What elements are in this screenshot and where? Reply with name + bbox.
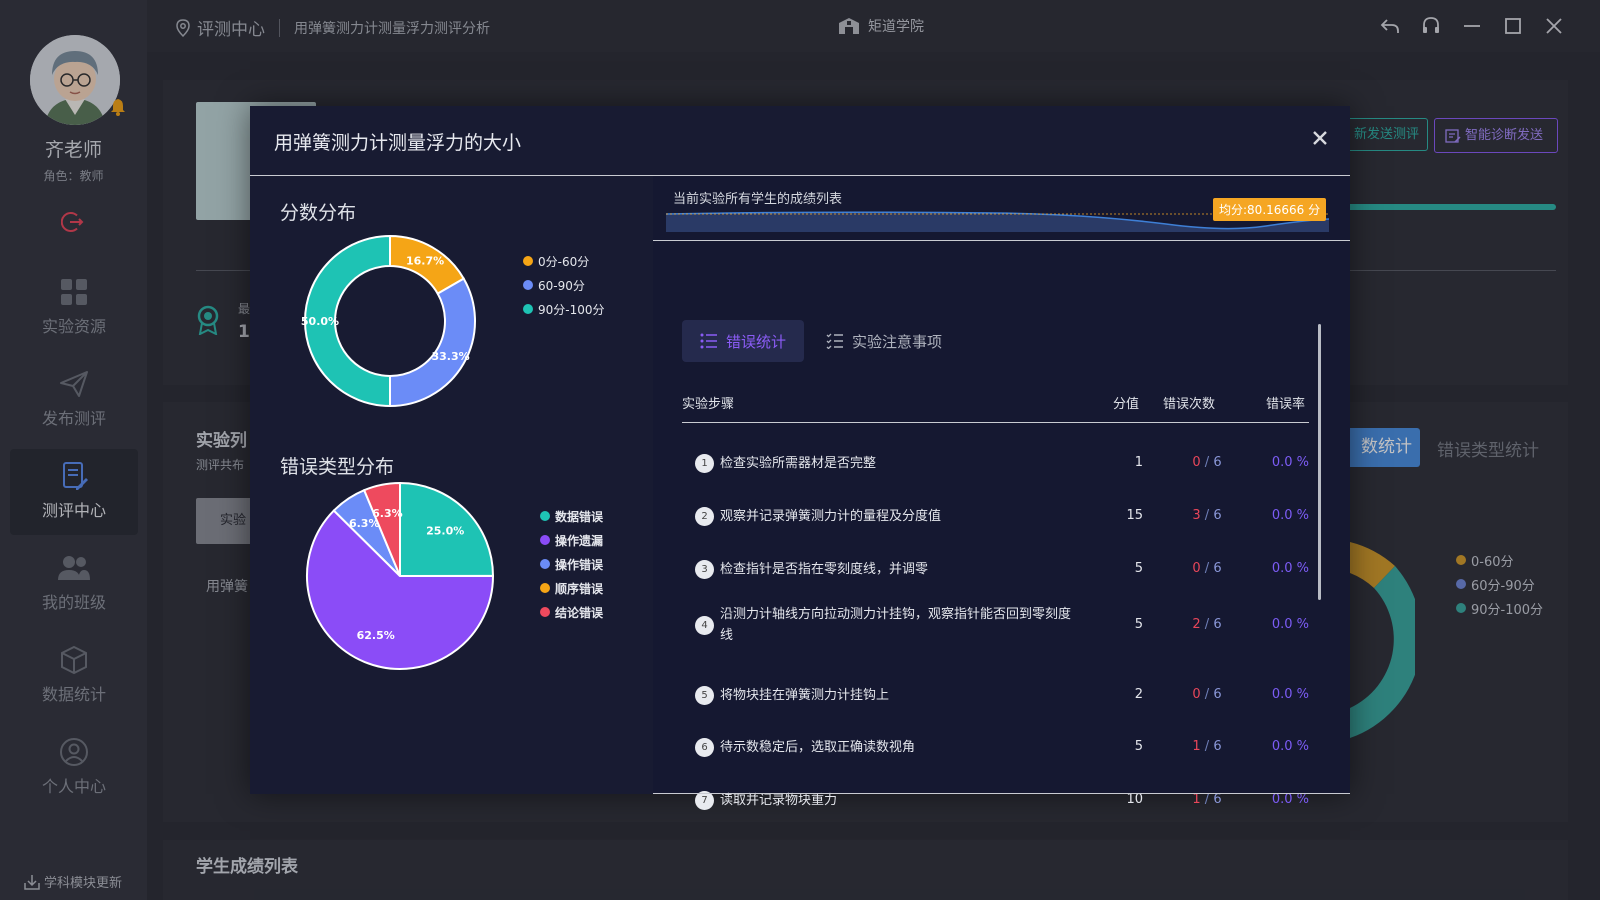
error-type-distribution-chart: 25.0%62.5%6.3%6.3% bbox=[306, 481, 495, 670]
column-header-step: 实验步骤 bbox=[682, 397, 735, 412]
legend-dot bbox=[540, 583, 550, 593]
list-icon bbox=[700, 333, 717, 349]
error-rate: 0.0 % bbox=[1271, 739, 1309, 754]
legend-dot bbox=[540, 559, 550, 569]
legend-label: 60-90分 bbox=[538, 278, 585, 293]
legend-label: 数据错误 bbox=[555, 509, 604, 524]
step-number: 3 bbox=[695, 560, 714, 579]
error-count: 1 / 6 bbox=[1192, 792, 1222, 807]
table-row: 4 沿测力计轴线方向拉动测力计挂钩，观察指针能否回到零刻度线 5 2 / 6 0.0 % bbox=[682, 604, 1309, 646]
error-count: 0 / 6 bbox=[1192, 687, 1222, 702]
legend-label: 90分-100分 bbox=[538, 302, 605, 317]
table-header-divider bbox=[682, 422, 1309, 423]
legend-item[interactable]: 顺序错误 bbox=[540, 576, 603, 600]
error-type-legend: 数据错误操作遗漏操作错误顺序错误结论错误 bbox=[540, 504, 603, 624]
legend-item[interactable]: 结论错误 bbox=[540, 600, 603, 624]
column-header-rate: 错误率 bbox=[1266, 397, 1306, 412]
legend-dot bbox=[540, 535, 550, 545]
legend-label: 结论错误 bbox=[555, 605, 604, 620]
legend-dot bbox=[540, 607, 550, 617]
step-score: 2 bbox=[1134, 687, 1143, 702]
tab-label: 错误统计 bbox=[726, 332, 787, 351]
step-score: 5 bbox=[1134, 739, 1143, 754]
score-distribution-title: 分数分布 bbox=[280, 202, 357, 224]
error-count: 0 / 6 bbox=[1192, 561, 1222, 576]
average-score-badge: 均分:80.16666 分 bbox=[1213, 198, 1327, 221]
column-header-score: 分值 bbox=[1113, 397, 1140, 412]
step-score: 10 bbox=[1126, 792, 1143, 807]
slice-label: 50.0% bbox=[301, 315, 339, 328]
legend-dot bbox=[523, 256, 533, 266]
legend-item[interactable]: 数据错误 bbox=[540, 504, 603, 528]
score-distribution-legend: 0分-60分 60-90分 90分-100分 bbox=[523, 249, 605, 321]
tab-label: 实验注意事项 bbox=[852, 332, 943, 351]
step-text: 观察并记录弹簧测力计的量程及分度值 bbox=[720, 509, 942, 524]
scores-caption: 当前实验所有学生的成绩列表 bbox=[673, 192, 843, 207]
step-score: 5 bbox=[1134, 561, 1143, 576]
tab-error-statistics[interactable]: 错误统计 bbox=[682, 320, 805, 362]
slice-label: 33.3% bbox=[431, 350, 469, 363]
step-number: 4 bbox=[695, 616, 714, 635]
error-rate: 0.0 % bbox=[1271, 687, 1309, 702]
legend-item[interactable]: 60-90分 bbox=[523, 273, 605, 297]
error-count: 3 / 6 bbox=[1192, 508, 1222, 523]
step-number: 1 bbox=[695, 454, 714, 473]
legend-label: 0分-60分 bbox=[538, 254, 590, 269]
score-detail-panel: 当前实验所有学生的成绩列表 均分:80.16666 分 错误统计 实验注意事项 … bbox=[653, 176, 1350, 810]
step-score: 1 bbox=[1134, 455, 1143, 470]
table-row: 5 将物块挂在弹簧测力计挂钩上 2 0 / 6 0.0 % bbox=[682, 685, 1309, 706]
table-row: 6 待示数稳定后，选取正确读数视角 5 1 / 6 0.0 % bbox=[682, 737, 1309, 758]
legend-label: 操作错误 bbox=[555, 557, 604, 572]
legend-item[interactable]: 操作遗漏 bbox=[540, 528, 603, 552]
checklist-icon bbox=[826, 333, 843, 349]
legend-item[interactable]: 操作错误 bbox=[540, 552, 603, 576]
legend-item[interactable]: 0分-60分 bbox=[523, 249, 605, 273]
table-row: 2 观察并记录弹簧测力计的量程及分度值 15 3 / 6 0.0 % bbox=[682, 506, 1309, 527]
step-text: 检查指针是否指在零刻度线，并调零 bbox=[720, 562, 929, 577]
table-row: 3 检查指针是否指在零刻度线，并调零 5 0 / 6 0.0 % bbox=[682, 559, 1309, 580]
slice-label: 16.7% bbox=[406, 254, 444, 267]
slice-label: 25.0% bbox=[426, 525, 464, 538]
step-number: 5 bbox=[695, 686, 714, 705]
step-text: 沿测力计轴线方向拉动测力计挂钩，观察指针能否回到零刻度线 bbox=[720, 607, 1072, 643]
modal-title: 用弹簧测力计测量浮力的大小 bbox=[274, 132, 522, 154]
error-distribution-title: 错误类型分布 bbox=[280, 456, 395, 478]
slice-label: 62.5% bbox=[357, 629, 395, 642]
step-text: 将物块挂在弹簧测力计挂钩上 bbox=[720, 688, 890, 703]
error-rate: 0.0 % bbox=[1271, 561, 1309, 576]
legend-label: 顺序错误 bbox=[555, 581, 604, 596]
legend-dot bbox=[523, 304, 533, 314]
tab-experiment-notes[interactable]: 实验注意事项 bbox=[808, 320, 960, 362]
step-score: 15 bbox=[1126, 508, 1143, 523]
step-text: 检查实验所需器材是否完整 bbox=[720, 456, 877, 471]
scrollbar[interactable] bbox=[1318, 324, 1321, 600]
step-number: 2 bbox=[695, 507, 714, 526]
slice-2[interactable] bbox=[389, 277, 476, 408]
legend-item[interactable]: 90分-100分 bbox=[523, 297, 605, 321]
slice-label: 6.3% bbox=[372, 507, 403, 520]
step-number: 6 bbox=[695, 738, 714, 757]
error-rate: 0.0 % bbox=[1271, 455, 1309, 470]
analysis-modal: 用弹簧测力计测量浮力的大小 分数分布 16.7% 33.3% 50.0% 0分-60… bbox=[250, 106, 1350, 810]
panel-bottom-divider bbox=[653, 793, 1350, 794]
error-rate: 0.0 % bbox=[1271, 617, 1309, 632]
close-icon[interactable] bbox=[1312, 130, 1328, 146]
score-distribution-chart: 16.7% 33.3% 50.0% bbox=[301, 234, 476, 408]
column-header-errors: 错误次数 bbox=[1163, 397, 1216, 412]
panel-divider bbox=[653, 240, 1350, 241]
error-count: 1 / 6 bbox=[1192, 739, 1222, 754]
legend-dot bbox=[540, 511, 550, 521]
legend-label: 操作遗漏 bbox=[555, 533, 604, 548]
legend-dot bbox=[523, 280, 533, 290]
step-text: 待示数稳定后，选取正确读数视角 bbox=[720, 740, 916, 755]
error-rate: 0.0 % bbox=[1271, 508, 1309, 523]
error-count: 0 / 6 bbox=[1192, 455, 1222, 470]
error-rate: 0.0 % bbox=[1271, 792, 1309, 807]
error-count: 2 / 6 bbox=[1192, 617, 1222, 632]
step-score: 5 bbox=[1134, 617, 1143, 632]
table-row: 1 检查实验所需器材是否完整 1 0 / 6 0.0 % bbox=[682, 453, 1309, 474]
